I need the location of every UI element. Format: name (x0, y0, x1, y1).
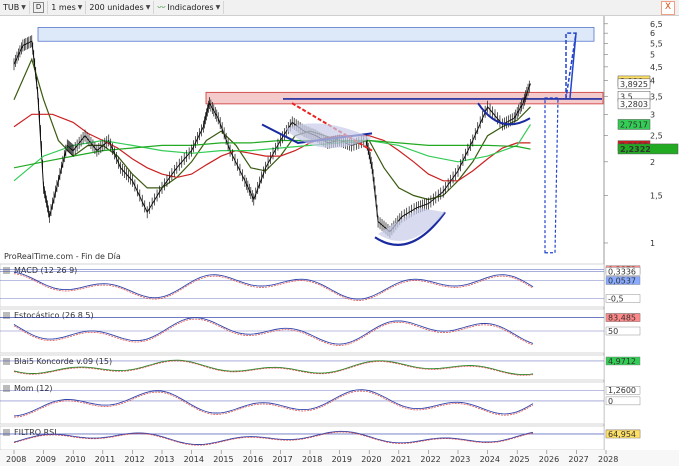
indicator-value: 0 (608, 397, 613, 406)
x-tick-label: 2018 (302, 455, 322, 464)
indicator-value: 1,2600 (608, 386, 636, 395)
y-tick-label: 1 (650, 239, 655, 248)
indicator-label: MACD (12 26 9) (14, 266, 77, 275)
indicator-value: 64,954 (608, 430, 636, 439)
indicator-value: 50 (608, 327, 618, 336)
indicator-value: 4,9712 (608, 357, 636, 366)
x-tick-label: 2017 (272, 455, 292, 464)
y-tick-label: 2 (650, 158, 655, 167)
y-tick-label: 3,5 (650, 92, 663, 101)
x-tick-label: 2019 (332, 455, 352, 464)
x-tick-label: 2021 (391, 455, 411, 464)
indicator-swatch (3, 312, 10, 319)
x-tick-label: 2024 (480, 455, 500, 464)
y-tick-label: 2,5 (650, 132, 663, 141)
indicator-label: Blai5 Koncorde v.09 (15) (14, 357, 112, 366)
x-tick-label: 2015 (213, 455, 233, 464)
y-tick-label: 4 (650, 77, 655, 86)
price-marker-label: 2,2322 (620, 145, 651, 154)
indicator-label: FILTRO RSI (14, 428, 57, 437)
indicator-label: Mom (12) (14, 384, 53, 393)
watermark: ProRealTime.com - Fin de Día (4, 252, 121, 261)
x-tick-label: 2008 (6, 455, 26, 464)
x-tick-label: 2027 (568, 455, 588, 464)
x-tick-label: 2020 (361, 455, 381, 464)
x-tick-label: 2022 (420, 455, 440, 464)
x-tick-label: 2012 (124, 455, 144, 464)
x-tick-label: 2025 (509, 455, 529, 464)
x-tick-label: 2016 (243, 455, 263, 464)
indicator-label: Estocástico (26 8 5) (14, 311, 94, 320)
chart-area[interactable]: 6,565,554,543,532,521,513,9903,89253,53,… (0, 0, 679, 466)
y-tick-label: 6,5 (650, 20, 663, 29)
y-tick-label: 3 (650, 110, 655, 119)
y-tick-label: 5,5 (650, 39, 663, 48)
x-tick-label: 2028 (598, 455, 618, 464)
y-tick-label: 4,5 (650, 63, 663, 72)
x-tick-label: 2011 (95, 455, 115, 464)
price-marker-label: 2,7517 (620, 120, 648, 129)
indicator-value: 0,0537 (608, 277, 636, 286)
target-zone (37, 27, 595, 42)
indicator-swatch (3, 358, 10, 365)
y-tick-label: 6 (650, 29, 655, 38)
price-marker-label: 3,8925 (620, 80, 648, 89)
resistance-zone (205, 91, 604, 105)
x-tick-label: 2010 (65, 455, 85, 464)
y-tick-label: 1,5 (650, 191, 663, 200)
x-tick-label: 2013 (154, 455, 174, 464)
indicator-swatch (3, 267, 10, 274)
x-tick-label: 2026 (539, 455, 559, 464)
indicator-swatch (3, 429, 10, 436)
y-tick-label: 5 (650, 51, 655, 60)
indicator-value: 83,485 (608, 314, 636, 323)
price-marker-label: 3,2803 (620, 100, 648, 109)
indicator-value: -0,5 (608, 295, 624, 304)
indicator-swatch (3, 385, 10, 392)
x-tick-label: 2014 (184, 455, 204, 464)
indicator-value: 0,3336 (608, 267, 636, 276)
x-tick-label: 2023 (450, 455, 470, 464)
x-tick-label: 2009 (36, 455, 56, 464)
